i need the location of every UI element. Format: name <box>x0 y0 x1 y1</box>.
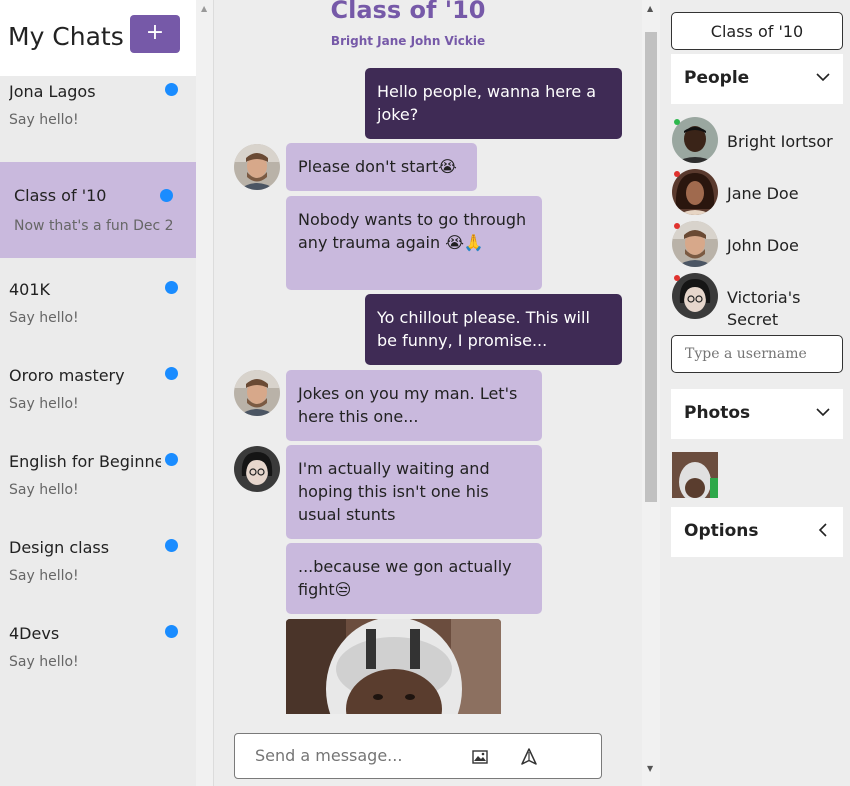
chat-item-4devs[interactable]: 4Devs Say hello! <box>0 618 196 704</box>
message-incoming: Nobody wants to go through any trauma ag… <box>286 196 542 290</box>
conversation-members: Bright Jane John Vickie <box>330 34 486 48</box>
chat-item-jona-lagos[interactable]: Jona Lagos Say hello! <box>0 76 196 162</box>
people-section-header[interactable]: People <box>671 54 843 104</box>
conversation-scrollbar[interactable]: ▲ ▼ <box>642 0 660 786</box>
chat-list-sidebar: My Chats + Jona Lagos Say hello! Class o… <box>0 0 196 786</box>
username-input[interactable] <box>671 335 843 373</box>
people-label: People <box>684 68 750 88</box>
chat-name: 4Devs <box>9 624 60 643</box>
chat-name: 401K <box>9 280 51 299</box>
scrollbar-thumb[interactable] <box>645 32 657 502</box>
photos-section-header[interactable]: Photos <box>671 389 843 439</box>
scroll-up-arrow-icon[interactable]: ▲ <box>647 4 653 13</box>
unread-dot <box>165 281 178 294</box>
chat-item-english-for-beginners[interactable]: English for Beginners Say hello! <box>0 446 196 532</box>
chat-preview: Say hello! <box>9 396 79 412</box>
chat-preview: Say hello! <box>9 568 79 584</box>
person-name: Jane Doe <box>727 184 799 203</box>
options-label: Options <box>684 521 759 541</box>
conversation-title: Class of '10 <box>330 0 486 24</box>
chat-preview: Say hello! <box>9 654 79 670</box>
message-incoming: Please don't start😭 <box>286 143 477 191</box>
image-message[interactable] <box>286 619 501 714</box>
scroll-up-arrow-icon[interactable]: ▲ <box>201 4 207 13</box>
chat-preview: Say hello! <box>9 482 79 498</box>
message-incoming: Jokes on you my man. Let's here this one… <box>286 370 542 441</box>
sidebar-header: My Chats + <box>0 0 196 76</box>
unread-dot <box>165 625 178 638</box>
avatar[interactable] <box>234 370 280 416</box>
message-input[interactable] <box>255 746 455 765</box>
conversation-pane: Class of '10 Bright Jane John Vickie Hel… <box>214 0 642 786</box>
sidebar-scrollbar[interactable]: ▲ <box>196 0 214 786</box>
unread-dot <box>165 83 178 96</box>
chat-name: Design class <box>9 538 110 557</box>
unread-dot <box>165 539 178 552</box>
unread-dot <box>160 189 173 202</box>
chevron-left-icon <box>815 522 831 538</box>
chat-preview: Now that's a fun Dec 2 <box>14 218 174 234</box>
chevron-down-icon <box>815 69 831 85</box>
message-incoming: I'm actually waiting and hoping this isn… <box>286 445 542 539</box>
person-john-doe[interactable]: John Doe <box>672 221 847 271</box>
chat-name: Jona Lagos <box>9 82 96 101</box>
person-name: Victoria's Secret <box>727 288 801 329</box>
person-victorias-secret[interactable]: Victoria's Secret <box>672 273 847 329</box>
offline-status-dot <box>674 275 680 281</box>
offline-status-dot <box>674 171 680 177</box>
message-outgoing: Hello people, wanna here a joke? <box>365 68 622 139</box>
chat-item-class-of-10[interactable]: Class of '10 Now that's a fun Dec 2 <box>0 162 196 258</box>
photos-label: Photos <box>684 403 751 423</box>
unread-dot <box>165 453 178 466</box>
chat-name: Class of '10 <box>14 186 107 205</box>
unread-dot <box>165 367 178 380</box>
chat-item-ororo-mastery[interactable]: Ororo mastery Say hello! <box>0 360 196 446</box>
image-icon[interactable] <box>471 748 489 766</box>
sidebar-title: My Chats <box>8 22 124 51</box>
group-name-field[interactable]: Class of '10 <box>671 12 843 50</box>
person-bright-iortsor[interactable]: Bright Iortsor <box>672 117 847 167</box>
chat-item-design-class[interactable]: Design class Say hello! <box>0 532 196 618</box>
message-outgoing: Yo chillout please. This will be funny, … <box>365 294 622 365</box>
chat-item-401k[interactable]: 401K Say hello! <box>0 274 196 360</box>
message-incoming: ...because we gon actually fight😒 <box>286 543 542 614</box>
message-composer <box>234 733 602 779</box>
avatar[interactable] <box>234 144 280 190</box>
chevron-down-icon <box>815 404 831 420</box>
online-status-dot <box>674 119 680 125</box>
person-name: Bright Iortsor <box>727 132 833 151</box>
scroll-down-arrow-icon[interactable]: ▼ <box>647 764 653 773</box>
person-name: John Doe <box>727 236 799 255</box>
chat-preview: Say hello! <box>9 112 79 128</box>
offline-status-dot <box>674 223 680 229</box>
send-icon[interactable] <box>519 747 539 767</box>
avatar[interactable] <box>234 446 280 492</box>
details-panel: Class of '10 People Bright Iortsor Jane … <box>660 0 850 786</box>
new-chat-button[interactable]: + <box>130 15 180 53</box>
chat-name: English for Beginners <box>9 452 161 471</box>
chat-name: Ororo mastery <box>9 366 125 385</box>
chat-preview: Say hello! <box>9 310 79 326</box>
photo-thumbnail[interactable] <box>672 452 718 498</box>
person-jane-doe[interactable]: Jane Doe <box>672 169 847 219</box>
options-section-header[interactable]: Options <box>671 507 843 557</box>
